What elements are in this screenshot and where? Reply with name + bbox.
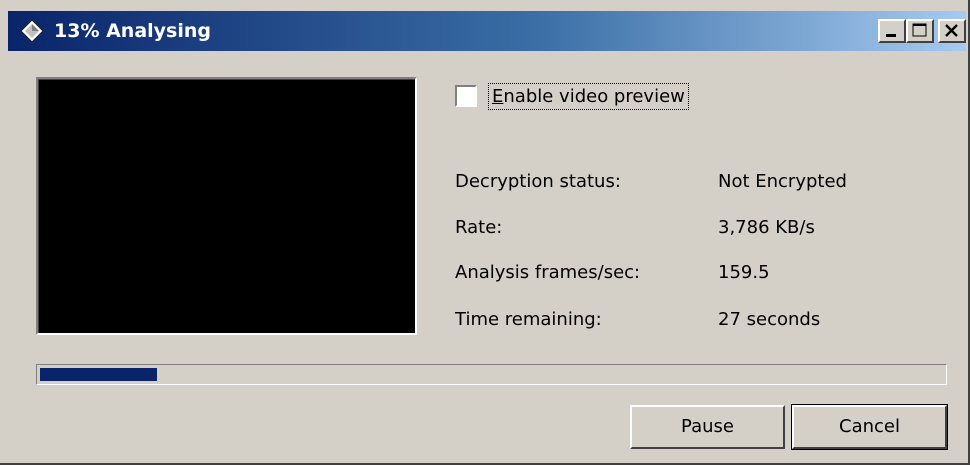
rate-label: Rate: <box>455 217 503 238</box>
maximize-button[interactable] <box>906 19 934 43</box>
minimize-icon <box>886 34 896 37</box>
rate-value: 3,786 KB/s <box>718 217 815 238</box>
app-icon <box>20 19 44 43</box>
minimize-button[interactable] <box>878 19 906 43</box>
enable-video-preview-label[interactable]: Enable video preview <box>488 83 689 110</box>
frames-per-sec-label: Analysis frames/sec: <box>455 262 641 283</box>
title-bar[interactable]: 13% Analysing <box>8 11 966 51</box>
video-preview-area <box>36 77 417 335</box>
decryption-status-value: Not Encrypted <box>718 171 847 192</box>
time-remaining-value: 27 seconds <box>718 309 821 330</box>
enable-video-preview-checkbox[interactable] <box>455 85 477 107</box>
decryption-status-label: Decryption status: <box>455 171 621 192</box>
frames-per-sec-value: 159.5 <box>718 262 770 283</box>
close-button[interactable] <box>938 19 966 43</box>
progress-fill <box>40 368 157 381</box>
mnemonic-letter: E <box>492 86 504 107</box>
time-remaining-label: Time remaining: <box>455 309 602 330</box>
progress-bar <box>36 364 947 385</box>
label-text: nable video preview <box>503 86 685 107</box>
maximize-icon <box>912 23 927 37</box>
pause-button[interactable]: Pause <box>630 405 785 449</box>
cancel-button[interactable]: Cancel <box>791 404 948 450</box>
analysing-dialog: 13% Analysing Enable video preview Decry… <box>0 0 970 465</box>
window-title: 13% Analysing <box>54 20 211 42</box>
video-preview-inner <box>38 79 415 333</box>
close-icon <box>945 24 958 37</box>
